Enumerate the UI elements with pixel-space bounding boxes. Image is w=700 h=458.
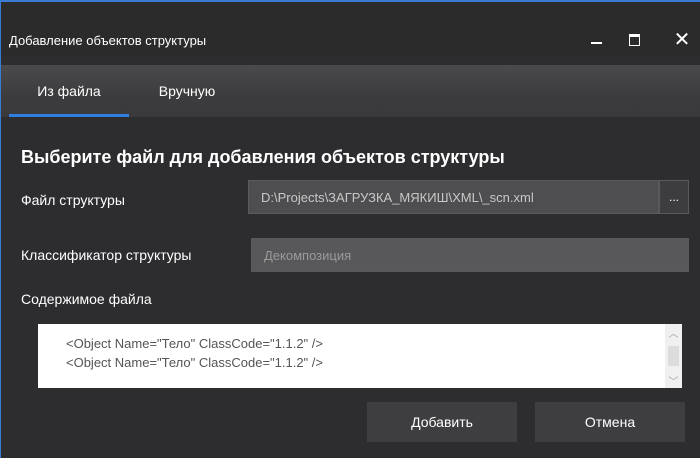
scroll-down-icon[interactable]: ﹀ <box>665 372 682 388</box>
scroll-thumb[interactable] <box>668 346 679 366</box>
maximize-button[interactable] <box>619 27 649 53</box>
browse-button[interactable]: ... <box>659 180 689 214</box>
dialog-window: Добавление объектов структуры ✕ Из файла… <box>0 0 700 458</box>
classifier-value: Декомпозиция <box>264 247 352 263</box>
scroll-up-icon[interactable]: ︿ <box>665 324 682 340</box>
file-label: Файл структуры <box>21 192 125 208</box>
classifier-field: Декомпозиция <box>251 238 689 272</box>
minimize-icon <box>590 42 602 44</box>
minimize-button[interactable] <box>581 27 611 53</box>
ellipsis-icon: ... <box>668 190 679 204</box>
content-line: <Object Name="Тело" ClassCode="1.1.2" /> <box>66 336 323 351</box>
file-path-field[interactable]: D:\Projects\ЗАГРУЗКА_МЯКИШ\XML\_scn.xml <box>248 180 659 214</box>
tab-manual[interactable]: Вручную <box>137 65 237 117</box>
tab-bar: Из файла Вручную <box>1 65 700 117</box>
tab-label: Из файла <box>37 83 101 99</box>
cancel-button-label: Отмена <box>584 414 636 430</box>
cancel-button[interactable]: Отмена <box>535 402 685 442</box>
content-area: Выберите файл для добавления объектов ст… <box>1 117 700 458</box>
content-line: <Object Name="Тело" ClassCode="1.1.2" /> <box>66 355 323 370</box>
close-icon: ✕ <box>673 29 691 51</box>
content-label: Содержимое файла <box>21 291 152 307</box>
classifier-label: Классификатор структуры <box>21 247 192 263</box>
close-button[interactable]: ✕ <box>667 27 697 53</box>
window-title: Добавление объектов структуры <box>9 33 207 48</box>
add-button[interactable]: Добавить <box>367 402 517 442</box>
tab-from-file[interactable]: Из файла <box>9 65 129 117</box>
vertical-scrollbar[interactable]: ︿ ﹀ <box>665 324 682 388</box>
maximize-icon <box>628 34 640 46</box>
page-title: Выберите файл для добавления объектов ст… <box>21 147 505 167</box>
file-path-value: D:\Projects\ЗАГРУЗКА_МЯКИШ\XML\_scn.xml <box>261 189 534 205</box>
title-bar[interactable]: Добавление объектов структуры ✕ <box>1 2 700 57</box>
add-button-label: Добавить <box>411 414 473 430</box>
tab-label: Вручную <box>158 83 216 99</box>
file-content-textarea[interactable]: <Object Name="Тело" ClassCode="1.1.2" />… <box>38 324 682 388</box>
